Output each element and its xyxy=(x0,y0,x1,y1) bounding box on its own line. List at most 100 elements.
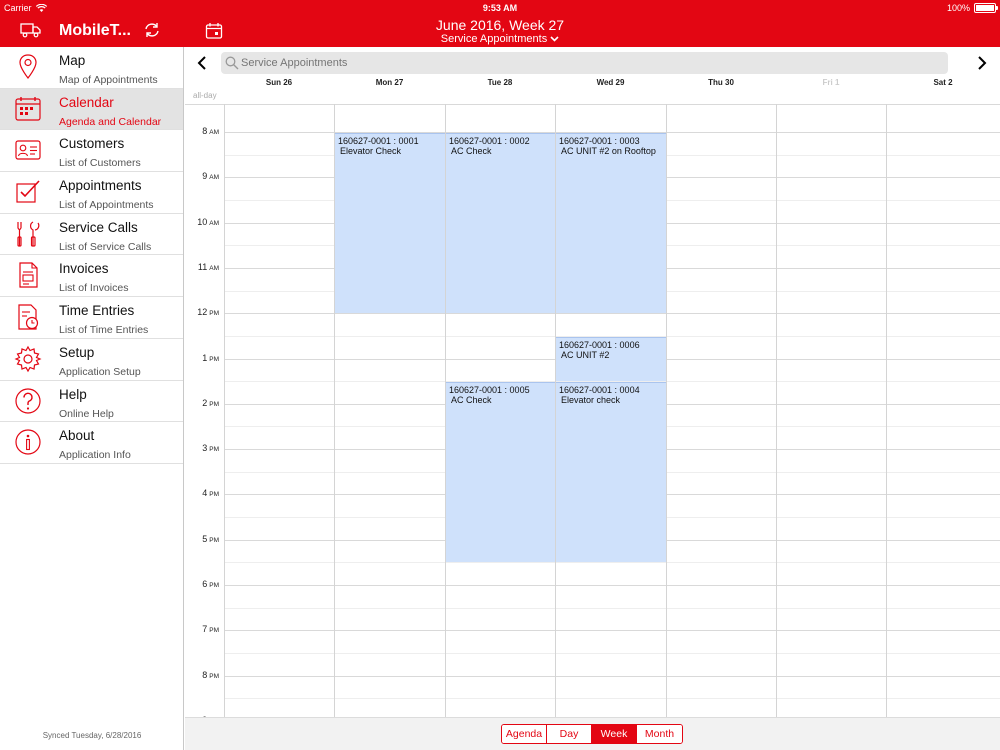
hour-meridiem: PM xyxy=(209,537,219,544)
appointment-id: 160627-0001 : 0004 xyxy=(559,385,640,395)
hour-label: 6 PM xyxy=(185,579,219,589)
battery-label: 100% xyxy=(946,3,970,13)
hour-number: 12 xyxy=(197,307,208,317)
day-header[interactable]: Mon 27 xyxy=(334,78,445,87)
next-week-button[interactable] xyxy=(973,54,991,72)
sidebar-item-about[interactable]: About Application Info xyxy=(0,422,183,464)
sidebar-item-label: About xyxy=(59,428,95,444)
day-header[interactable]: Sat 2 xyxy=(886,78,1000,87)
sidebar-item-label: Service Calls xyxy=(59,219,138,235)
sidebar-item-sublabel: Application Info xyxy=(59,449,131,462)
sidebar-item-service-calls[interactable]: Service Calls List of Service Calls xyxy=(0,214,183,256)
hour-number: 11 xyxy=(197,262,208,272)
appointment-event[interactable]: 160627-0001 : 0005 AC Check xyxy=(446,382,555,562)
sidebar-item-customers[interactable]: Customers List of Customers xyxy=(0,130,183,173)
hour-number: 8 xyxy=(202,126,208,136)
half-hour-line xyxy=(224,653,1000,654)
hour-meridiem: PM xyxy=(209,673,219,680)
hour-meridiem: PM xyxy=(209,627,219,634)
sidebar-item-calendar[interactable]: Calendar Agenda and Calendar xyxy=(0,88,183,131)
appointment-id: 160627-0001 : 0002 xyxy=(449,136,530,146)
search-input[interactable] xyxy=(241,57,931,69)
view-agenda-button[interactable]: Agenda xyxy=(502,725,547,743)
day-column-divider xyxy=(224,104,225,717)
sidebar-item-label: Help xyxy=(59,386,87,402)
chevron-down-icon xyxy=(550,36,559,42)
appointment-title: Elevator check xyxy=(561,395,621,405)
hour-number: 10 xyxy=(197,217,208,227)
sidebar-item-sublabel: List of Invoices xyxy=(59,282,129,295)
sidebar-item-sublabel: List of Time Entries xyxy=(59,324,149,337)
appointment-title: AC Check xyxy=(451,146,492,156)
appointment-event[interactable]: 160627-0001 : 0003 AC UNIT #2 on Rooftop xyxy=(556,133,666,313)
battery-icon xyxy=(974,3,998,13)
appointment-title: AC UNIT #2 xyxy=(561,350,610,360)
sidebar-item-sublabel: List of Service Calls xyxy=(59,240,152,253)
sidebar-item-label: Setup xyxy=(59,344,95,360)
hour-meridiem: PM xyxy=(209,582,219,589)
sidebar-item-map[interactable]: Map Map of Appointments xyxy=(0,47,183,89)
sidebar-item-sublabel: Application Setup xyxy=(59,365,141,378)
status-time: 9:53 AM xyxy=(482,3,518,13)
sidebar-item-invoices[interactable]: Invoices List of Invoices xyxy=(0,255,183,298)
day-header[interactable]: Wed 29 xyxy=(555,78,666,87)
sidebar-item-time-entries[interactable]: Time Entries List of Time Entries xyxy=(0,297,183,339)
sidebar-item-label: Appointments xyxy=(59,178,142,194)
hour-label: 12 PM xyxy=(185,307,219,317)
calendar-icon xyxy=(15,96,41,121)
appointment-title: Elevator Check xyxy=(340,146,402,156)
hour-line xyxy=(224,630,1000,631)
sidebar-item-setup[interactable]: Setup Application Setup xyxy=(0,339,183,381)
top-bar: Carrier 9:53 AM 100% MobileT... June 201… xyxy=(0,0,1000,47)
search-bar[interactable] xyxy=(221,52,948,74)
week-grid[interactable]: all-day Sun 26 Mon 27 Tue 28 Wed 29 Thu 30 Fr… xyxy=(185,74,1000,717)
calendar-source-selector[interactable]: Service Appointments xyxy=(0,33,1000,45)
view-week-button[interactable]: Week xyxy=(592,725,637,743)
hour-meridiem: PM xyxy=(209,356,219,363)
hour-label: 5 PM xyxy=(185,534,219,544)
day-header[interactable]: Tue 28 xyxy=(445,78,555,87)
chevron-right-icon xyxy=(978,56,987,70)
hour-label: 10 AM xyxy=(185,217,219,227)
sidebar-item-appointments[interactable]: Appointments List of Appointments xyxy=(0,172,183,214)
hour-number: 6 xyxy=(202,579,208,589)
previous-week-button[interactable] xyxy=(193,54,211,72)
half-hour-line xyxy=(224,698,1000,699)
appointment-event[interactable]: 160627-0001 : 0002 AC Check xyxy=(446,133,555,313)
appointment-id: 160627-0001 : 0003 xyxy=(559,136,640,146)
hour-number: 2 xyxy=(202,398,208,408)
appointment-id: 160627-0001 : 0001 xyxy=(338,136,419,146)
appointment-event[interactable]: 160627-0001 : 0001 Elevator Check xyxy=(335,133,445,313)
sidebar-item-label: Map xyxy=(59,53,86,68)
view-day-button[interactable]: Day xyxy=(547,725,592,743)
day-column-divider xyxy=(776,104,777,717)
search-row xyxy=(185,52,1000,74)
appointment-event[interactable]: 160627-0001 : 0006 AC UNIT #2 xyxy=(556,337,666,381)
hour-line xyxy=(224,313,1000,314)
sidebar-item-help[interactable]: Help Online Help xyxy=(0,381,183,423)
customer-card-icon xyxy=(15,140,41,160)
hour-number: 4 xyxy=(202,488,208,498)
hour-meridiem: PM xyxy=(209,310,219,317)
hour-line xyxy=(224,676,1000,677)
view-mode-segmented-control: Agenda Day Week Month xyxy=(501,724,683,744)
all-day-label: all-day xyxy=(193,91,217,100)
day-header[interactable]: Thu 30 xyxy=(666,78,776,87)
day-header[interactable]: Fri 1 xyxy=(776,78,886,87)
day-header[interactable]: Sun 26 xyxy=(224,78,334,87)
hour-label: 1 PM xyxy=(185,353,219,363)
sidebar-item-sublabel: Online Help xyxy=(59,407,114,420)
hour-label: 8 PM xyxy=(185,670,219,680)
calendar-source-label: Service Appointments xyxy=(440,33,548,45)
sidebar-item-label: Invoices xyxy=(59,261,109,277)
sidebar-item-sublabel: List of Customers xyxy=(59,157,141,170)
gear-icon xyxy=(14,345,42,373)
appointment-event[interactable]: 160627-0001 : 0004 Elevator check xyxy=(556,382,666,562)
hour-label: 9 AM xyxy=(185,171,219,181)
sidebar-item-sublabel: Map of Appointments xyxy=(59,74,158,86)
hour-number: 3 xyxy=(202,443,208,453)
invoice-icon xyxy=(19,262,38,289)
view-month-button[interactable]: Month xyxy=(637,725,682,743)
hour-label: 8 AM xyxy=(185,126,219,136)
hour-label: 11 AM xyxy=(185,262,219,272)
